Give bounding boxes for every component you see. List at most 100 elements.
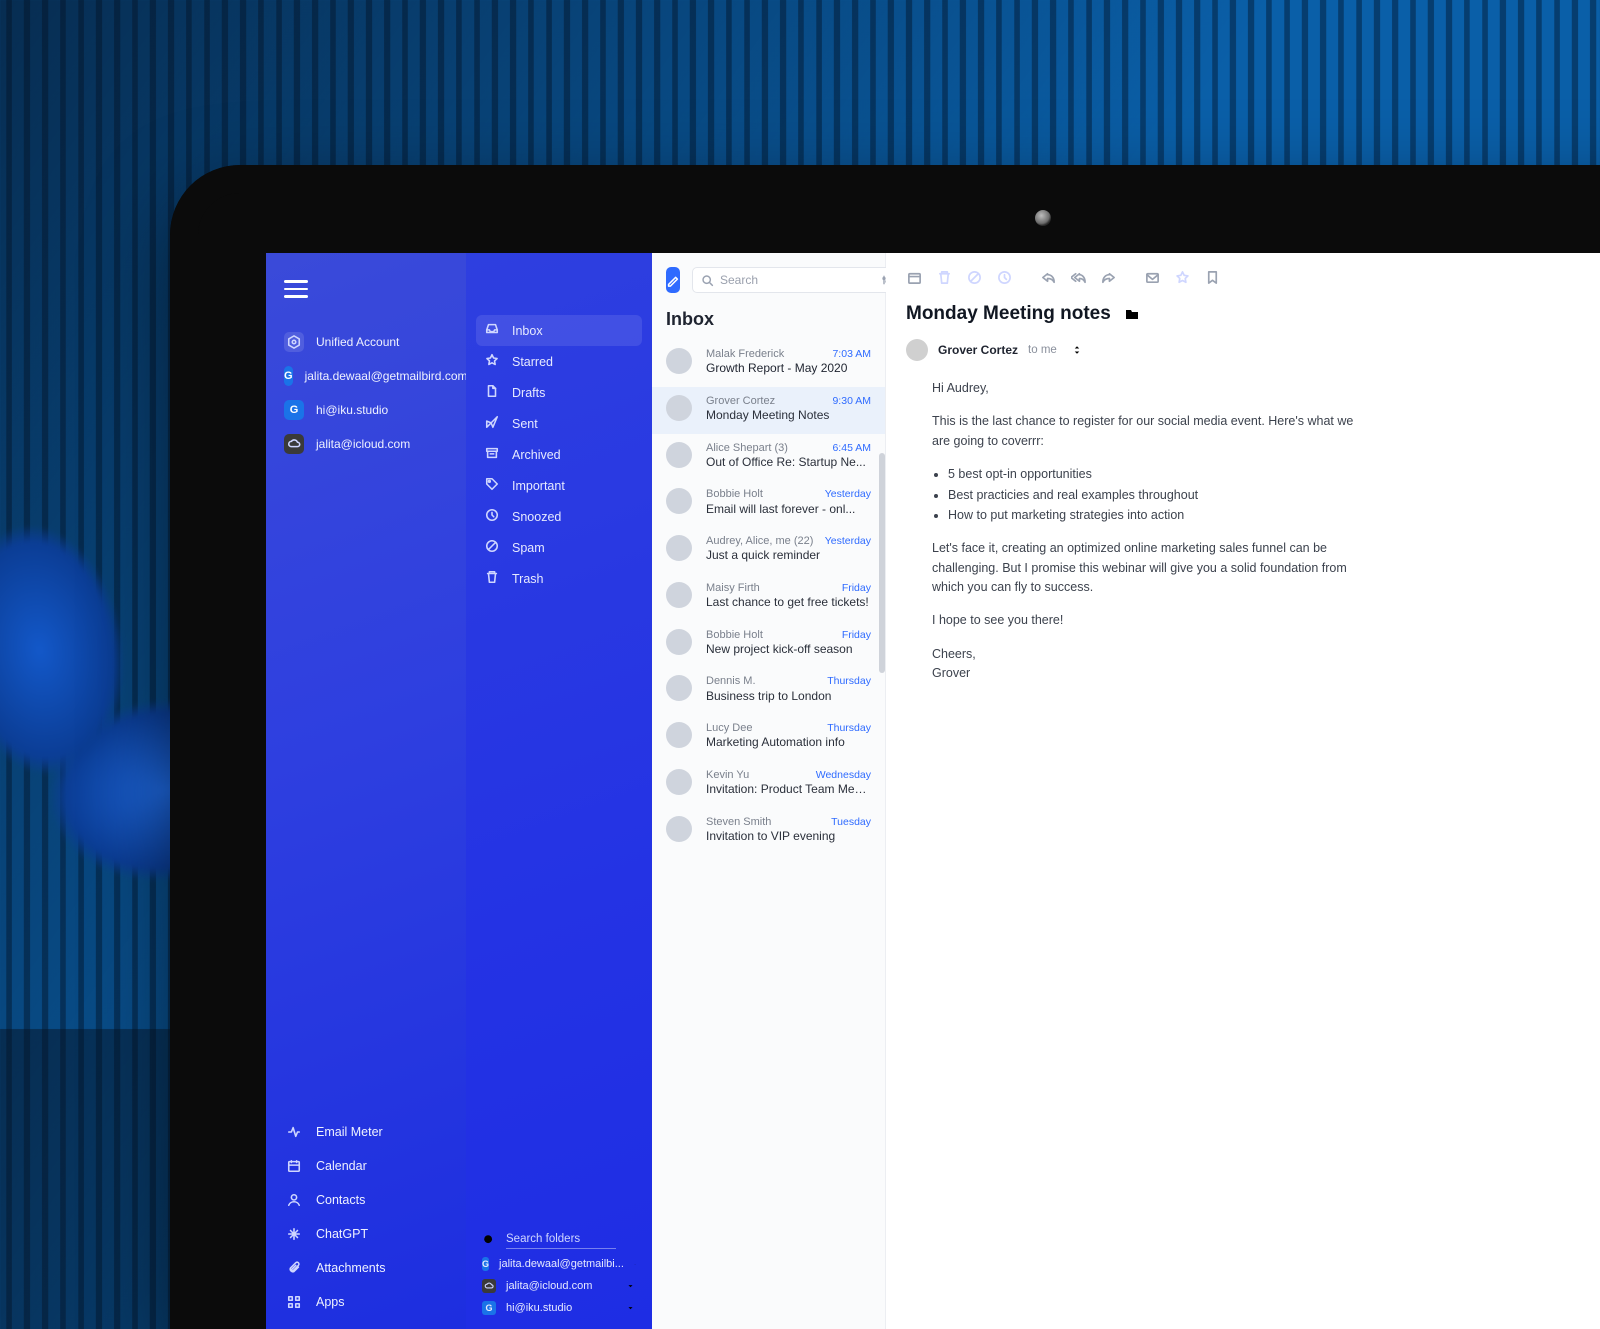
message-item[interactable]: Audrey, Alice, me (22) Yesterday Just a … [652,527,885,574]
message-from: Steven Smith [706,816,821,829]
trash-icon [484,570,500,587]
google-icon: G [284,400,304,420]
bookmark-button[interactable] [1204,269,1220,285]
message-time: Thursday [827,722,871,735]
reply-all-button[interactable] [1070,269,1086,285]
folder-inbox[interactable]: Inbox [476,315,642,346]
mailbox-expander[interactable]: G hi@iku.studio [476,1297,642,1319]
folder-drafts[interactable]: Drafts [476,377,642,408]
folder-archived[interactable]: Archived [476,439,642,470]
mailbox-label: jalita.dewaal@getmailbi... [499,1258,624,1270]
avatar [666,395,692,421]
icloud-icon [284,434,304,454]
hamburger-menu-button[interactable] [284,275,452,303]
list-scrollbar[interactable] [879,453,885,673]
message-item[interactable]: Maisy Firth Friday Last chance to get fr… [652,574,885,621]
email-bullet: 5 best opt-in opportunities [948,465,1366,484]
message-item[interactable]: Kevin Yu Wednesday Invitation: Product T… [652,761,885,808]
folder-spam[interactable]: Spam [476,532,642,563]
message-item[interactable]: Grover Cortez 9:30 AM Monday Meeting Not… [652,387,885,434]
avatar [666,816,692,842]
account-item[interactable]: G hi@iku.studio [280,393,452,427]
chevron-down-icon [634,1259,636,1270]
compose-button[interactable] [666,267,680,293]
tool-label: Attachments [316,1261,385,1275]
message-subject: Growth Report - May 2020 [706,361,871,377]
message-item[interactable]: Dennis M. Thursday Business trip to Lond… [652,667,885,714]
folder-trash[interactable]: Trash [476,563,642,594]
archive-button[interactable] [906,269,922,285]
email-bullet: Best practicies and real examples throug… [948,486,1366,505]
message-from: Malak Frederick [706,348,822,361]
email-signoff: Cheers, Grover [932,645,1366,684]
expand-recipients-icon[interactable] [1071,344,1083,356]
account-item[interactable]: G jalita.dewaal@getmailbird.com [280,359,452,393]
hexagon-icon [284,332,304,352]
message-item[interactable]: Steven Smith Tuesday Invitation to VIP e… [652,808,885,855]
folder-search-input[interactable] [506,1230,616,1249]
mailbox-expander[interactable]: G jalita.dewaal@getmailbi... [476,1253,642,1275]
email-paragraph: I hope to see you there! [932,611,1366,630]
tool-attachments[interactable]: Attachments [280,1251,452,1285]
unified-account-label: Unified Account [316,335,399,349]
mailbox-expander[interactable]: jalita@icloud.com [476,1275,642,1297]
accounts-rail: Unified Account G jalita.dewaal@getmailb… [266,253,466,1329]
tool-chatgpt[interactable]: ChatGPT [280,1217,452,1251]
account-label: jalita@icloud.com [316,437,410,451]
sender-row: Grover Cortez to me [906,325,1600,379]
message-from: Kevin Yu [706,769,806,782]
message-subject: Monday Meeting Notes [706,408,871,424]
reader-toolbar: — [906,267,1600,303]
search-input[interactable] [720,273,875,287]
tool-email-meter[interactable]: Email Meter [280,1115,452,1149]
message-item[interactable]: Bobbie Holt Yesterday Email will last fo… [652,480,885,527]
unified-account-item[interactable]: Unified Account [280,325,452,359]
pencil-icon [666,273,680,287]
message-item[interactable]: Bobbie Holt Friday New project kick-off … [652,621,885,668]
tag-icon [484,477,500,494]
star-button[interactable] [1174,269,1190,285]
search-box[interactable] [692,267,902,293]
folders-column: Inbox Starred Drafts Sent Archived Impor… [466,253,652,1329]
snooze-button[interactable] [996,269,1012,285]
tool-contacts[interactable]: Contacts [280,1183,452,1217]
message-from: Bobbie Holt [706,629,832,642]
message-subject: Invitation: Product Team Meeting [706,782,871,798]
message-from: Maisy Firth [706,582,832,595]
avatar [666,488,692,514]
email-paragraph: Let's face it, creating an optimized onl… [932,539,1366,597]
reader-pane: — Monday Meeting notes Grover Cortez to … [886,253,1600,1329]
laptop-camera [1035,210,1051,226]
avatar [666,769,692,795]
message-subject: Last chance to get free tickets! [706,595,871,611]
avatar [666,675,692,701]
folder-important[interactable]: Important [476,470,642,501]
avatar [666,629,692,655]
message-item[interactable]: Malak Frederick 7:03 AM Growth Report - … [652,340,885,387]
inbox-icon [484,322,500,339]
message-from: Lucy Dee [706,722,817,735]
google-icon: G [482,1301,496,1315]
chevron-down-icon [625,1303,636,1314]
account-item[interactable]: jalita@icloud.com [280,427,452,461]
archive-icon [484,446,500,463]
message-time: Thursday [827,675,871,688]
folder-snoozed[interactable]: Snoozed [476,501,642,532]
tool-apps[interactable]: Apps [280,1285,452,1319]
folder-sent[interactable]: Sent [476,408,642,439]
tool-calendar[interactable]: Calendar [280,1149,452,1183]
spam-button[interactable] [966,269,982,285]
reply-button[interactable] [1040,269,1056,285]
folder-search-row [476,1226,642,1253]
message-item[interactable]: Lucy Dee Thursday Marketing Automation i… [652,714,885,761]
folder-starred[interactable]: Starred [476,346,642,377]
delete-button[interactable] [936,269,952,285]
google-icon: G [482,1257,489,1271]
message-item[interactable]: Alice Shepart (3) 6:45 AM Out of Office … [652,434,885,481]
avatar [666,348,692,374]
mailbox-label: jalita@icloud.com [506,1280,592,1292]
mark-unread-button[interactable] [1144,269,1160,285]
move-to-folder-icon[interactable] [1123,306,1141,322]
message-subject: Business trip to London [706,689,871,705]
forward-button[interactable] [1100,269,1116,285]
